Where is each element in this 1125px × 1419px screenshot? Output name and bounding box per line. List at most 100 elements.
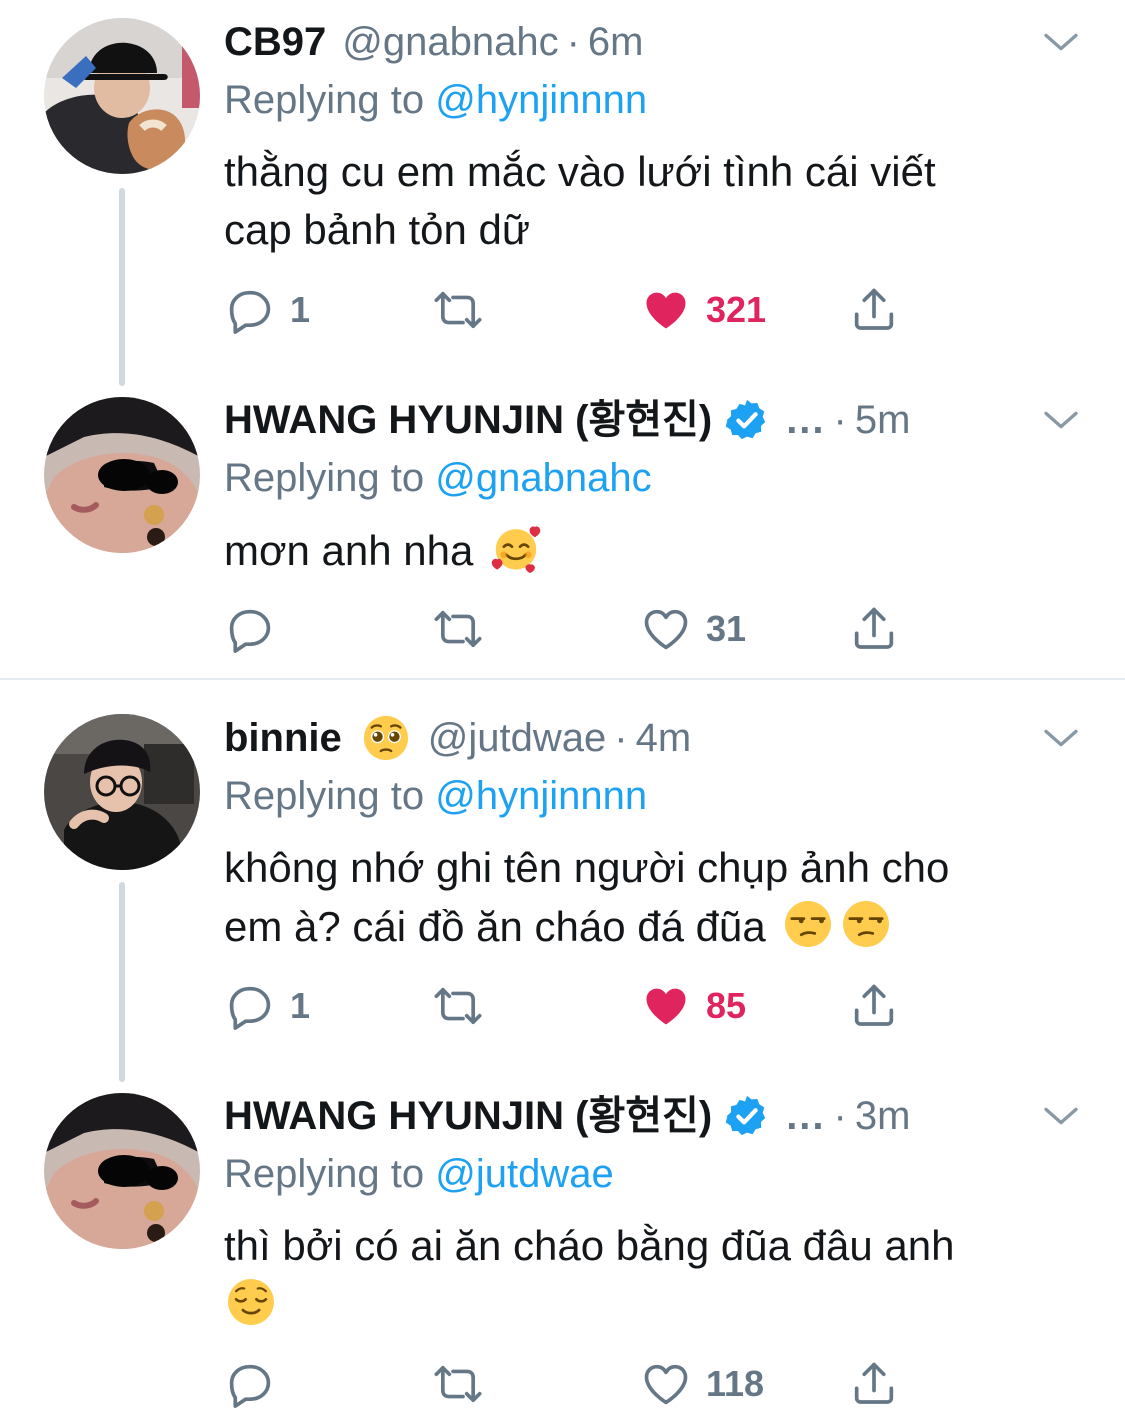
timestamp[interactable]: 6m bbox=[588, 14, 644, 70]
chevron-down-icon[interactable] bbox=[1041, 1096, 1081, 1136]
tweet-text: mơn anh nha bbox=[224, 521, 1064, 580]
timestamp[interactable]: 5m bbox=[855, 392, 911, 448]
timestamp[interactable]: 4m bbox=[636, 710, 692, 766]
share-button[interactable] bbox=[848, 978, 900, 1034]
display-name[interactable]: HWANG HYUNJIN (황현진) bbox=[224, 1088, 712, 1144]
smiling-face-with-hearts-emoji bbox=[489, 521, 543, 575]
thread-connector-line bbox=[119, 882, 125, 1082]
truncated-handle-ellipsis: ... bbox=[786, 398, 826, 442]
retweet-arrows-icon bbox=[432, 603, 484, 655]
separator-dot: · bbox=[566, 20, 580, 64]
share-upload-icon bbox=[848, 1358, 900, 1410]
tweet-actions: 31 bbox=[224, 601, 924, 657]
tweet-text: không nhớ ghi tên người chụp ảnh cho em … bbox=[224, 839, 1064, 956]
tweet-header: HWANG HYUNJIN (황현진) ... · 5m bbox=[224, 392, 1085, 448]
unamused-face-emoji bbox=[781, 897, 835, 951]
replying-to: Replying to @jutdwae bbox=[224, 1146, 614, 1202]
display-name[interactable]: binnie bbox=[224, 710, 342, 766]
unamused-face-emoji bbox=[839, 897, 893, 951]
tweet-header: binnie @jutdwae · 4m bbox=[224, 710, 1085, 766]
reply-button[interactable] bbox=[224, 601, 290, 657]
retweet-button[interactable] bbox=[432, 601, 484, 657]
retweet-button[interactable] bbox=[432, 1356, 484, 1412]
replying-prefix: Replying to bbox=[224, 456, 436, 500]
like-button[interactable]: 118 bbox=[640, 1356, 764, 1412]
separator-dot: · bbox=[833, 1094, 847, 1138]
replying-to: Replying to @gnabnahc bbox=[224, 450, 652, 506]
chevron-down-icon[interactable] bbox=[1041, 718, 1081, 758]
reply-button[interactable]: 1 bbox=[224, 282, 310, 338]
replying-prefix: Replying to bbox=[224, 1152, 436, 1196]
share-button[interactable] bbox=[848, 601, 900, 657]
reply-button[interactable]: 1 bbox=[224, 978, 310, 1034]
tweet-header: CB97 @gnabnahc · 6m bbox=[224, 14, 1085, 70]
verified-badge-icon bbox=[724, 1093, 770, 1139]
avatar[interactable] bbox=[44, 397, 200, 553]
retweet-button[interactable] bbox=[432, 978, 484, 1034]
like-button[interactable]: 85 bbox=[640, 978, 746, 1034]
tweet-text-line: em à? cái đồ ăn cháo đá đũa bbox=[224, 903, 766, 950]
tweet-actions: 1 85 bbox=[224, 978, 924, 1034]
speech-bubble-icon bbox=[224, 603, 276, 655]
heart-icon bbox=[640, 603, 692, 655]
share-upload-icon bbox=[848, 603, 900, 655]
avatar[interactable] bbox=[44, 18, 200, 174]
avatar[interactable] bbox=[44, 1093, 200, 1249]
reply-count: 1 bbox=[290, 985, 311, 1026]
display-name[interactable]: HWANG HYUNJIN (황현진) bbox=[224, 392, 712, 448]
mention-link[interactable]: @gnabnahc bbox=[435, 456, 651, 500]
mention-link[interactable]: @jutdwae bbox=[435, 1152, 613, 1196]
speech-bubble-icon bbox=[224, 1358, 276, 1410]
separator-dot: · bbox=[833, 398, 847, 442]
tweet-text-line: cap bảnh tỏn dữ bbox=[224, 206, 531, 253]
pleading-face-emoji bbox=[360, 712, 412, 764]
retweet-button[interactable] bbox=[432, 282, 484, 338]
replying-prefix: Replying to bbox=[224, 774, 436, 818]
chevron-down-icon[interactable] bbox=[1041, 22, 1081, 62]
separator-dot: · bbox=[614, 716, 628, 760]
share-upload-icon bbox=[848, 284, 900, 336]
tweet-text-line: không nhớ ghi tên người chụp ảnh cho bbox=[224, 844, 950, 891]
timestamp[interactable]: 3m bbox=[855, 1088, 911, 1144]
tweet-actions: 118 bbox=[224, 1356, 924, 1412]
display-name[interactable]: CB97 bbox=[224, 14, 326, 70]
speech-bubble-icon bbox=[224, 284, 276, 336]
tweet-text: thằng cu em mắc vào lưới tình cái viết c… bbox=[224, 143, 1064, 259]
avatar[interactable] bbox=[44, 714, 200, 870]
thread-connector-line bbox=[119, 188, 125, 386]
reply-count: 1 bbox=[290, 289, 311, 330]
speech-bubble-icon bbox=[224, 980, 276, 1032]
relieved-face-emoji bbox=[224, 1275, 278, 1329]
retweet-arrows-icon bbox=[432, 284, 484, 336]
verified-badge-icon bbox=[724, 397, 770, 443]
user-handle[interactable]: @jutdwae bbox=[428, 710, 606, 766]
tweet-text: thì bởi có ai ăn cháo bằng đũa đâu anh bbox=[224, 1217, 1064, 1334]
tweet-actions: 1 321 bbox=[224, 282, 924, 338]
user-handle[interactable]: @gnabnahc bbox=[342, 14, 558, 70]
like-count: 118 bbox=[706, 1363, 765, 1404]
heart-icon bbox=[640, 1358, 692, 1410]
heart-icon bbox=[640, 980, 692, 1032]
chevron-down-icon[interactable] bbox=[1041, 400, 1081, 440]
like-count: 31 bbox=[706, 608, 747, 649]
tweet-text-line: mơn anh nha bbox=[224, 527, 474, 574]
share-button[interactable] bbox=[848, 282, 900, 338]
replying-prefix: Replying to bbox=[224, 78, 436, 122]
thread-divider bbox=[0, 678, 1125, 680]
replying-to: Replying to @hynjinnnn bbox=[224, 72, 647, 128]
truncated-handle-ellipsis: ... bbox=[786, 1094, 826, 1138]
retweet-arrows-icon bbox=[432, 980, 484, 1032]
heart-icon bbox=[640, 284, 692, 336]
like-button[interactable]: 321 bbox=[640, 282, 766, 338]
retweet-arrows-icon bbox=[432, 1358, 484, 1410]
mention-link[interactable]: @hynjinnnn bbox=[435, 78, 647, 122]
reply-button[interactable] bbox=[224, 1356, 290, 1412]
mention-link[interactable]: @hynjinnnn bbox=[435, 774, 647, 818]
tweet-text-line: thằng cu em mắc vào lưới tình cái viết bbox=[224, 148, 936, 195]
like-count: 85 bbox=[706, 985, 747, 1026]
replying-to: Replying to @hynjinnnn bbox=[224, 768, 647, 824]
share-button[interactable] bbox=[848, 1356, 900, 1412]
tweet-text-line: thì bởi có ai ăn cháo bằng đũa đâu anh bbox=[224, 1222, 955, 1269]
like-button[interactable]: 31 bbox=[640, 601, 746, 657]
share-upload-icon bbox=[848, 980, 900, 1032]
